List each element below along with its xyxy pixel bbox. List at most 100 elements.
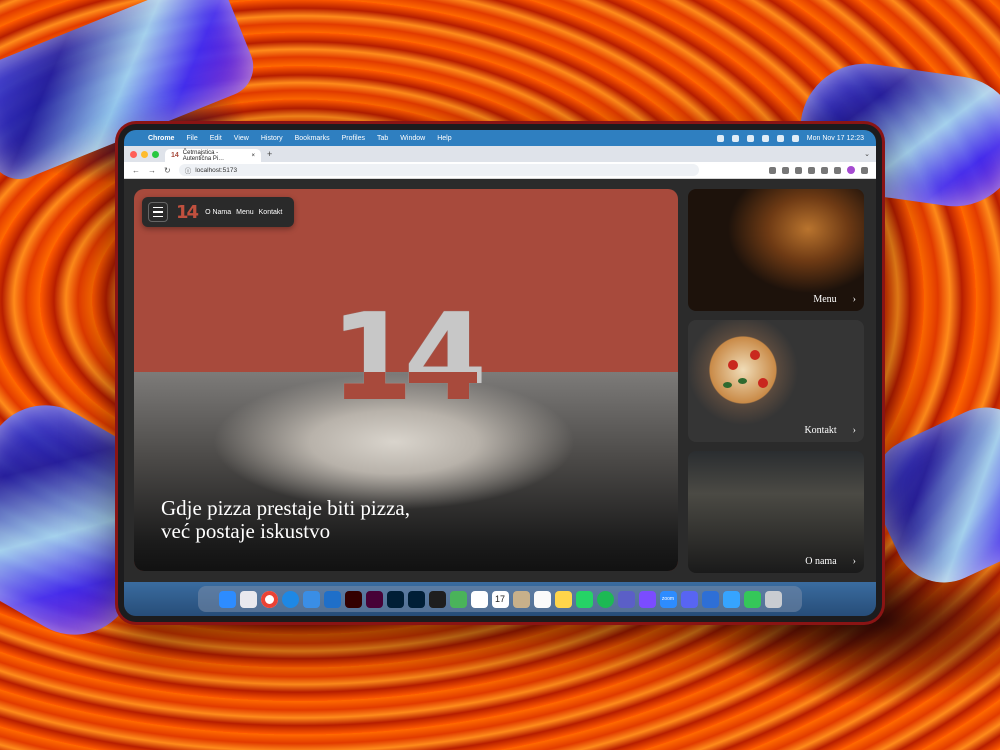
pizza-topping	[728, 360, 738, 370]
mac-dock: 17 zoom	[198, 586, 802, 612]
teams-icon[interactable]	[617, 590, 635, 608]
menu-history[interactable]: History	[261, 135, 283, 142]
menubar-clock[interactable]: Mon Nov 17 12:23	[807, 135, 864, 142]
card-menu[interactable]: Menu ›	[688, 189, 864, 311]
mac-menubar: Chrome File Edit View History Bookmarks …	[124, 130, 876, 146]
address-bar-url: localhost:5173	[195, 166, 238, 174]
website-viewport: 14 14 14 O Nama Menu Kontakt Gdje pizza …	[124, 179, 876, 582]
vscode-icon[interactable]	[323, 590, 341, 608]
download-icon[interactable]	[834, 166, 841, 174]
nav-link-o-nama[interactable]: O Nama	[205, 209, 231, 216]
site-info-icon[interactable]: ⓘ	[185, 165, 192, 175]
chevron-right-icon: ›	[852, 556, 856, 567]
extension-icon[interactable]	[795, 166, 802, 174]
minimize-window-button[interactable]	[141, 150, 148, 158]
photoshop-icon[interactable]	[386, 590, 404, 608]
hero-tagline: Gdje pizza prestaje biti pizza, već post…	[161, 497, 410, 543]
whatsapp-icon[interactable]	[575, 590, 593, 608]
nav-link-menu[interactable]: Menu	[236, 209, 254, 216]
chrome-icon[interactable]	[260, 590, 278, 608]
forward-icon[interactable]: →	[148, 166, 156, 175]
card-kontakt-label-row: Kontakt ›	[804, 425, 856, 436]
browser-tab-active[interactable]: 14 Četrnajstica - Autentična Pi… ×	[165, 149, 261, 162]
browser-tab-strip: 14 Četrnajstica - Autentična Pi… × + ⌄	[124, 146, 876, 162]
pixelmator-icon[interactable]	[638, 590, 656, 608]
back-icon[interactable]: ←	[132, 166, 140, 175]
lightroom-icon[interactable]	[407, 590, 425, 608]
xd-icon[interactable]	[365, 590, 383, 608]
menu-help[interactable]: Help	[437, 135, 451, 142]
menu-window[interactable]: Window	[400, 135, 425, 142]
tab-search-chevron-icon[interactable]: ⌄	[864, 150, 870, 158]
nav-links: O Nama Menu Kontakt	[205, 209, 282, 216]
chevron-right-icon: ›	[852, 294, 856, 305]
side-cards: Menu › Kontakt › O nama ›	[688, 189, 864, 582]
menu-bookmarks[interactable]: Bookmarks	[295, 135, 330, 142]
safari-icon[interactable]	[281, 590, 299, 608]
search-icon[interactable]	[791, 134, 799, 142]
screensaver-icon[interactable]	[722, 590, 740, 608]
tagline-line-2: već postaje iskustvo	[161, 519, 331, 543]
menu-file[interactable]: File	[186, 135, 197, 142]
extension-icon[interactable]	[808, 166, 815, 174]
reminders-icon[interactable]	[554, 590, 572, 608]
wifi-icon[interactable]	[776, 134, 784, 142]
extensions-area	[769, 166, 868, 174]
site-logo[interactable]: 14	[176, 202, 199, 223]
address-bar[interactable]: ⓘ localhost:5173	[178, 164, 699, 176]
trash-icon[interactable]	[764, 590, 782, 608]
discord-icon[interactable]	[680, 590, 698, 608]
screen: Chrome File Edit View History Bookmarks …	[124, 130, 876, 616]
profile-avatar[interactable]	[847, 166, 855, 174]
pizza-topping	[750, 350, 760, 360]
preview-icon[interactable]	[701, 590, 719, 608]
mail-icon[interactable]	[302, 590, 320, 608]
facetime-icon[interactable]	[743, 590, 761, 608]
maps-icon[interactable]	[449, 590, 467, 608]
extension-icon[interactable]	[821, 166, 828, 174]
zoom-window-button[interactable]	[152, 150, 159, 158]
status-icon[interactable]	[731, 134, 739, 142]
finder-icon[interactable]	[218, 590, 236, 608]
launchpad-icon[interactable]	[239, 590, 257, 608]
menubar-app-name[interactable]: Chrome	[148, 135, 174, 142]
pizza-topping	[758, 378, 768, 388]
calendar-icon[interactable]: 17	[491, 590, 509, 608]
card-o-nama[interactable]: O nama ›	[688, 451, 864, 573]
menu-profiles[interactable]: Profiles	[342, 135, 365, 142]
tagline-line-1: Gdje pizza prestaje biti pizza,	[161, 496, 410, 520]
illustrator-icon[interactable]	[344, 590, 362, 608]
bookmark-star-icon[interactable]	[782, 166, 789, 174]
tab-title: Četrnajstica - Autentična Pi…	[182, 149, 225, 162]
contacts-icon[interactable]	[512, 590, 530, 608]
card-o-nama-label-row: O nama ›	[805, 556, 856, 567]
close-window-button[interactable]	[130, 150, 137, 158]
pizza-basil-leaf	[723, 382, 732, 388]
pizza-basil-leaf	[738, 378, 747, 384]
browser-toolbar: ← → ↻ ⓘ localhost:5173	[124, 162, 876, 179]
menu-edit[interactable]: Edit	[210, 135, 222, 142]
status-icon[interactable]	[716, 134, 724, 142]
menu-tab[interactable]: Tab	[377, 135, 388, 142]
card-kontakt-label: Kontakt	[804, 425, 837, 436]
card-menu-label-row: Menu ›	[813, 294, 856, 305]
card-menu-label: Menu	[813, 294, 837, 305]
spotify-icon[interactable]	[596, 590, 614, 608]
window-controls	[130, 150, 159, 158]
status-icon[interactable]	[746, 134, 754, 142]
card-kontakt[interactable]: Kontakt ›	[688, 320, 864, 442]
card-o-nama-label: O nama	[805, 556, 837, 567]
reload-icon[interactable]: ↻	[164, 166, 171, 175]
figma-icon[interactable]	[428, 590, 446, 608]
kebab-menu-icon[interactable]	[861, 166, 868, 174]
close-tab-icon[interactable]: ×	[251, 153, 255, 159]
menu-view[interactable]: View	[234, 135, 249, 142]
volume-icon[interactable]	[761, 134, 769, 142]
zoom-icon[interactable]: zoom	[659, 590, 677, 608]
hamburger-menu-icon[interactable]	[148, 202, 168, 222]
chatgpt-icon[interactable]	[470, 590, 488, 608]
translate-icon[interactable]	[769, 166, 776, 174]
new-tab-button[interactable]: +	[267, 149, 272, 159]
notes-icon[interactable]	[533, 590, 551, 608]
nav-link-kontakt[interactable]: Kontakt	[259, 209, 283, 216]
